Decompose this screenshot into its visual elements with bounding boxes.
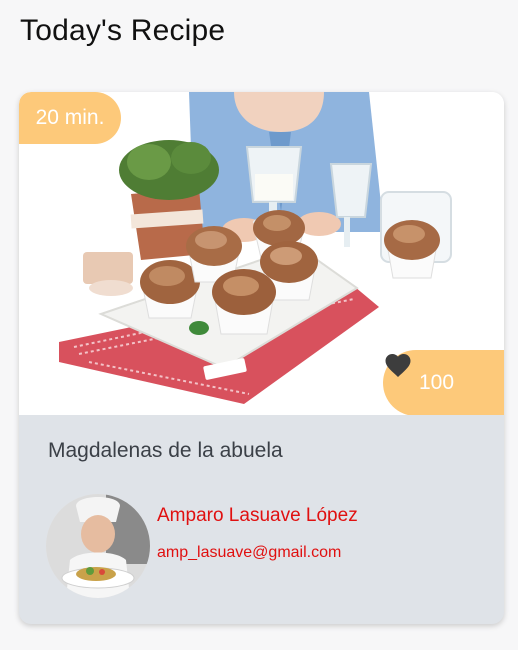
recipe-card[interactable]: 20 min. 100 Magdalenas de la abuela Ampa…	[19, 92, 504, 624]
heart-icon	[385, 354, 411, 377]
author-name[interactable]: Amparo Lasuave López	[157, 505, 358, 527]
page-title: Today's Recipe	[20, 14, 226, 47]
recipe-title: Magdalenas de la abuela	[48, 439, 283, 462]
likes-count: 100	[419, 371, 455, 394]
recipe-photo: 20 min. 100	[19, 92, 504, 415]
author-avatar[interactable]	[46, 494, 150, 598]
author-email[interactable]: amp_lasuave@gmail.com	[157, 544, 341, 562]
likes-button[interactable]: 100	[383, 350, 504, 415]
cook-time-badge: 20 min.	[19, 92, 121, 144]
